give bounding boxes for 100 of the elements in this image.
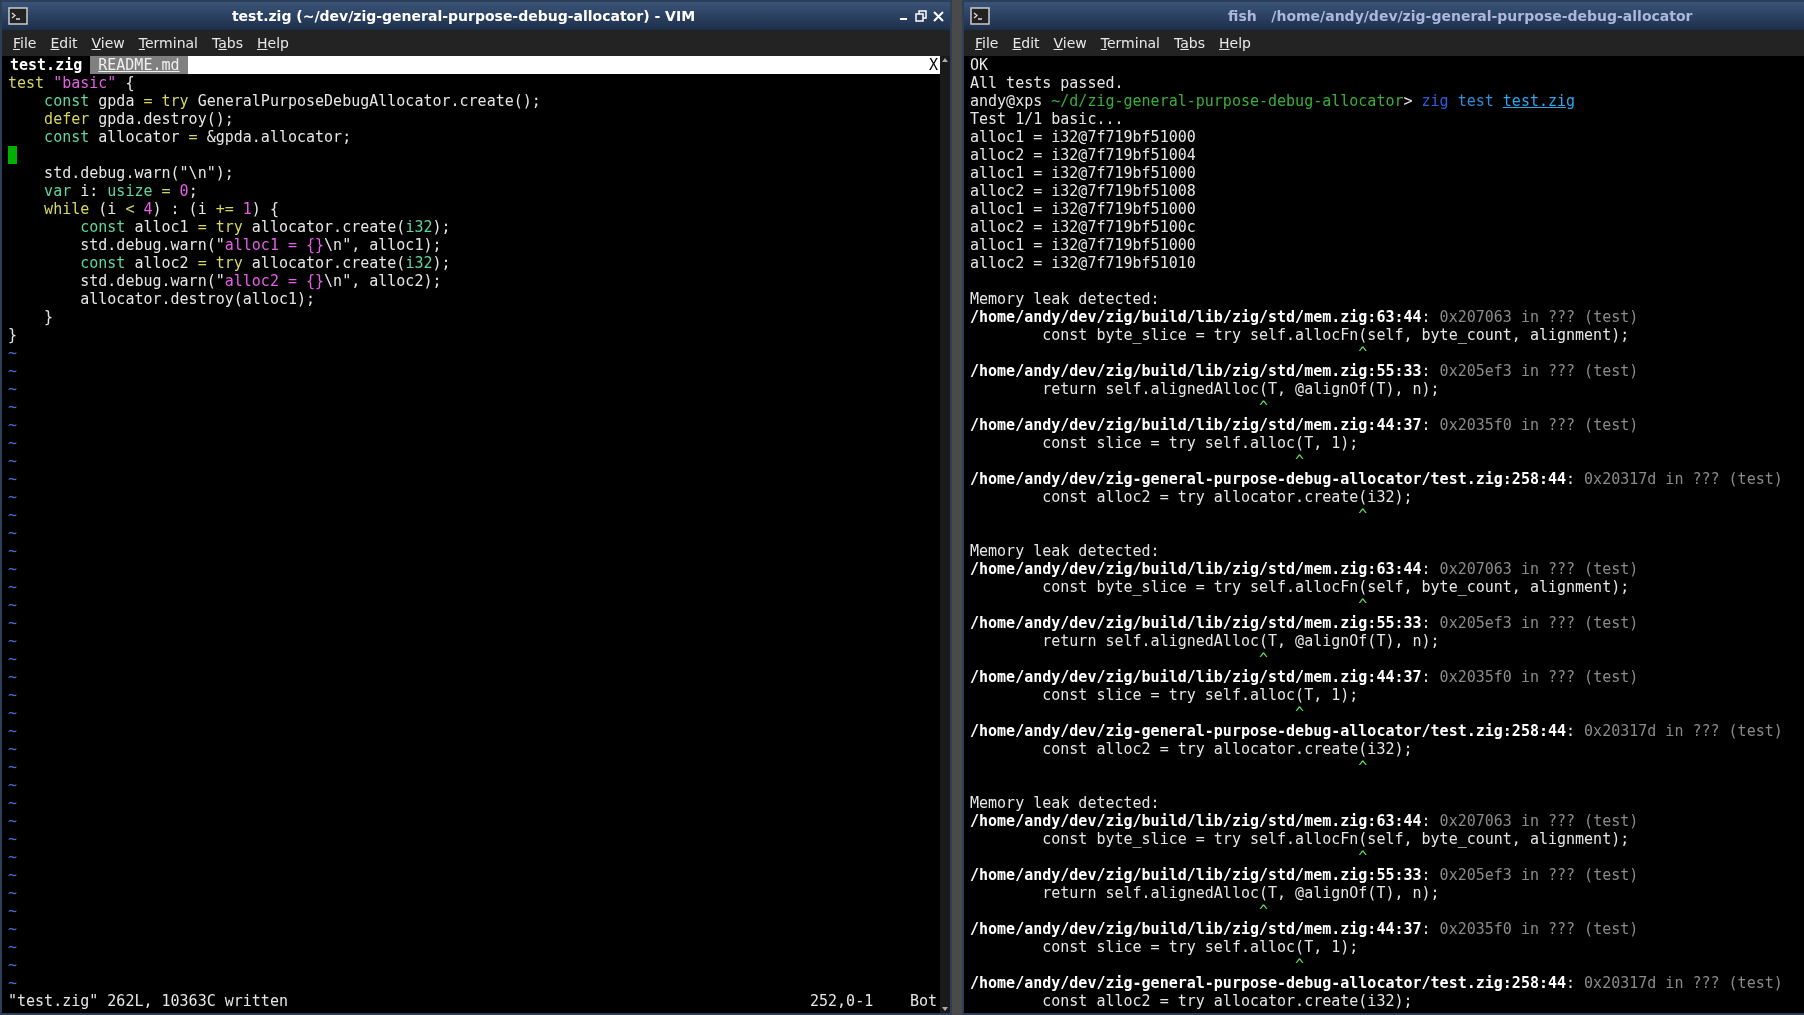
output-line: ^: [1258, 902, 1268, 920]
output-line: /home/andy/dev/zig-general-purpose-debug-allocator/test.zig:258:44: 0x20317d in ??? (test): [970, 470, 1783, 488]
output-line: ^: [1258, 398, 1268, 416]
empty-line-marker: ~: [8, 902, 18, 920]
output-line: alloc2 = i32@7f719bf51008: [970, 182, 1196, 200]
scroll-down-icon[interactable]: [942, 1007, 948, 1011]
output-line: ^: [1294, 452, 1305, 470]
output-line: /home/andy/dev/zig/build/lib/zig/std/mem.zig:55:33: 0x205ef3 in ??? (test): [970, 362, 1639, 380]
code-line: std.debug.warn("\n");: [43, 164, 234, 182]
empty-line-marker: ~: [8, 614, 18, 632]
code-line: test "basic" {: [8, 74, 135, 92]
scrollbar[interactable]: [940, 56, 950, 1013]
code-line: const alloc1 = try allocator.create(i32);: [79, 218, 451, 236]
output-line: alloc1 = i32@7f719bf51000: [970, 236, 1196, 254]
menu-item[interactable]: Help: [252, 33, 294, 53]
empty-line-marker: ~: [8, 938, 18, 956]
empty-line-marker: ~: [8, 884, 18, 902]
output-line: /home/andy/dev/zig/build/lib/zig/std/mem.zig:55:33: 0x205ef3 in ??? (test): [970, 866, 1639, 884]
code-line: }: [43, 308, 54, 326]
code-line: const gpda = try GeneralPurposeDebugAllocator.create();: [43, 92, 541, 110]
code-line: allocator.destroy(alloc1);: [79, 290, 316, 308]
output-line: /home/andy/dev/zig/build/lib/zig/std/mem.zig:44:37: 0x2035f0 in ??? (test): [970, 920, 1639, 938]
empty-line-marker: ~: [8, 452, 18, 470]
window-title: fish /home/andy/dev/zig-general-purpose-debug-allocator: [1227, 8, 1694, 24]
output-line: ^: [1357, 506, 1368, 524]
empty-line-marker: ~: [8, 830, 18, 848]
code-line: std.debug.warn("alloc2 = {}\n", alloc2);: [79, 272, 442, 290]
output-line: alloc2 = i32@7f719bf5100c: [970, 218, 1196, 236]
output-line: ^: [1294, 704, 1305, 722]
output-line: alloc2 = i32@7f719bf51004: [970, 146, 1196, 164]
empty-line-marker: ~: [8, 380, 18, 398]
empty-line-marker: ~: [8, 974, 18, 992]
empty-line-marker: ~: [8, 524, 18, 542]
maximize-icon[interactable]: [915, 10, 927, 22]
empty-line-marker: ~: [8, 344, 18, 362]
output-line: /home/andy/dev/zig-general-purpose-debug-allocator/test.zig:258:44: 0x20317d in ??? (test): [970, 974, 1783, 992]
empty-line-marker: ~: [8, 434, 18, 452]
status-message: "test.zig" 262L, 10363C written: [8, 992, 289, 1010]
output-line: return self.alignedAlloc(T, @alignOf(T), n);: [1041, 380, 1440, 398]
output-line: const slice = try self.alloc(T, 1);: [1041, 938, 1359, 956]
editor-tab[interactable]: test.zig: [2, 56, 91, 74]
code-line: }: [8, 326, 18, 344]
output-line: ^: [1357, 758, 1368, 776]
menu-item[interactable]: Terminal: [1095, 33, 1165, 53]
output-line: const slice = try self.alloc(T, 1);: [1041, 434, 1359, 452]
code-line: std.debug.warn("alloc1 = {}\n", alloc1);: [79, 236, 442, 254]
menu-item[interactable]: File: [8, 33, 42, 53]
code-line: defer gpda.destroy();: [43, 110, 234, 128]
close-tab-button[interactable]: X: [928, 56, 940, 74]
empty-line-marker: ~: [8, 578, 18, 596]
scroll-position: Bot: [910, 992, 939, 1010]
output-line: Memory leak detected:: [970, 794, 1160, 812]
code-line: const allocator = &gpda.allocator;: [43, 128, 352, 146]
menu-item[interactable]: File: [970, 33, 1004, 53]
output-line: const alloc2 = try allocator.create(i32);: [1041, 488, 1413, 506]
output-line: Memory leak detected:: [970, 290, 1160, 308]
output-line: /home/andy/dev/zig/build/lib/zig/std/mem.zig:44:37: 0x2035f0 in ??? (test): [970, 416, 1639, 434]
menu-item[interactable]: Edit: [45, 33, 83, 53]
code-line: var i: usize = 0;: [43, 182, 198, 200]
empty-line-marker: ~: [8, 794, 18, 812]
output-line: OK: [970, 56, 989, 74]
output-line: ^: [1294, 956, 1305, 974]
output-line: const byte_slice = try self.allocFn(self, byte_count, alignment);: [1041, 326, 1630, 344]
terminal-icon: [8, 7, 28, 25]
output-line: alloc1 = i32@7f719bf51000: [970, 200, 1196, 218]
empty-line-marker: ~: [8, 632, 18, 650]
menu-item[interactable]: Tabs: [207, 33, 248, 53]
empty-line-marker: ~: [8, 470, 18, 488]
output-line: /home/andy/dev/zig-general-purpose-debug-allocator/test.zig:258:44: 0x20317d in ??? (test): [970, 722, 1783, 740]
menu-item[interactable]: Help: [1214, 33, 1256, 53]
text-cursor: [8, 146, 17, 164]
output-line: alloc1 = i32@7f719bf51000: [970, 128, 1196, 146]
empty-line-marker: ~: [8, 704, 18, 722]
empty-line-marker: ~: [8, 650, 18, 668]
output-line: /home/andy/dev/zig/build/lib/zig/std/mem.zig:63:44: 0x207063 in ??? (test): [970, 560, 1639, 578]
output-line: Test 1/1 basic...: [970, 110, 1124, 128]
empty-line-marker: ~: [8, 722, 18, 740]
empty-line-marker: ~: [8, 668, 18, 686]
menu-item[interactable]: View: [1048, 33, 1092, 53]
output-line: Memory leak detected:: [970, 542, 1160, 560]
terminal-icon: [970, 7, 990, 25]
output-line: ^: [1357, 596, 1368, 614]
empty-line-marker: ~: [8, 542, 18, 560]
cursor-position: 252,0-1: [810, 992, 875, 1010]
empty-line-marker: ~: [8, 848, 18, 866]
code-line: const alloc2 = try allocator.create(i32);: [79, 254, 451, 272]
close-icon[interactable]: [933, 10, 944, 22]
output-line: return self.alignedAlloc(T, @alignOf(T), n);: [1041, 884, 1440, 902]
output-line: andy@xps ~/d/zig-general-purpose-debug-allocator> zig test test.zig: [970, 92, 1576, 110]
output-line: alloc2 = i32@7f719bf51010: [970, 254, 1196, 272]
menu-item[interactable]: Terminal: [133, 33, 203, 53]
menu-item[interactable]: Tabs: [1169, 33, 1210, 53]
output-line: const slice = try self.alloc(T, 1);: [1041, 686, 1359, 704]
empty-line-marker: ~: [8, 758, 18, 776]
output-line: ^: [1258, 650, 1268, 668]
scroll-up-icon[interactable]: [942, 58, 948, 62]
empty-line-marker: ~: [8, 920, 18, 938]
menu-item[interactable]: Edit: [1007, 33, 1045, 53]
empty-line-marker: ~: [8, 776, 18, 794]
menu-item[interactable]: View: [86, 33, 130, 53]
